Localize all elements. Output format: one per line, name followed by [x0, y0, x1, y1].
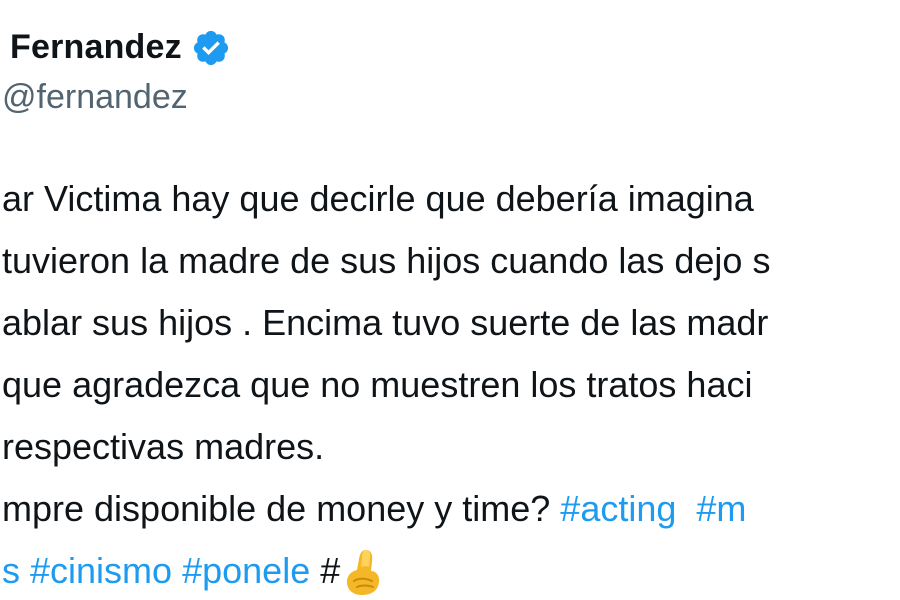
hashtag-acting[interactable]: #acting — [560, 488, 676, 529]
tweet-line-5: respectivas madres. — [2, 426, 325, 467]
verified-badge-icon — [191, 28, 231, 68]
hashtag-truncated[interactable]: #m — [696, 488, 746, 529]
tweet-line-1: ar Victima hay que decirle que debería i… — [2, 178, 754, 219]
tweet-line-2: tuvieron la madre de sus hijos cuando la… — [2, 240, 771, 281]
author-row: Fernandez — [10, 22, 231, 72]
tweet-line-6-text: mpre disponible de money y time? — [2, 488, 551, 529]
tweet-line-7: s #cinismo #ponele # — [2, 544, 386, 598]
tweet-line-4: que agradezca que no muestren los tratos… — [2, 364, 753, 405]
pinched-fingers-emoji-icon — [342, 547, 386, 597]
hashtag-cinismo[interactable]: #cinismo — [30, 550, 172, 591]
author-name[interactable]: Fernandez — [10, 28, 182, 67]
tweet: Fernandez @fernandez ar Victima hay que … — [0, 0, 900, 600]
tweet-line-6: mpre disponible de money y time? #acting… — [2, 482, 746, 536]
hash-symbol: # — [320, 550, 341, 591]
author-handle[interactable]: @fernandez — [2, 78, 188, 117]
tweet-line-3: ablar sus hijos . Encima tuvo suerte de … — [2, 302, 769, 343]
hashtag-truncated-start[interactable]: s — [2, 550, 20, 591]
hashtag-ponele[interactable]: #ponele — [182, 550, 310, 591]
author-handle-text: fernandez — [36, 78, 188, 116]
